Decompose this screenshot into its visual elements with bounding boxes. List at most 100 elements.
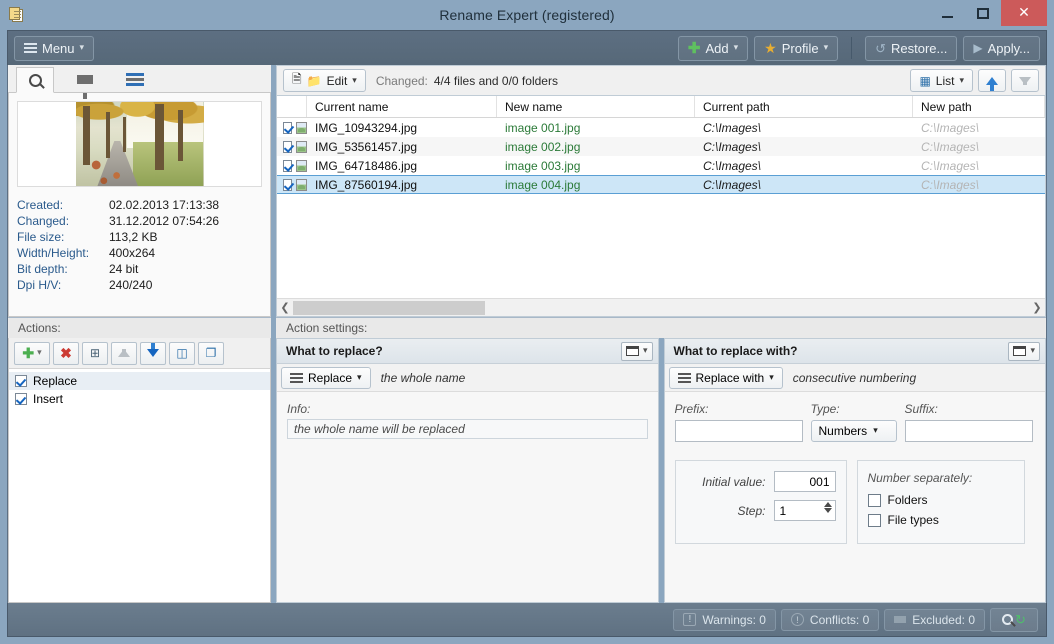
cell-new-path: C:\Images\ xyxy=(921,177,980,192)
horizontal-scrollbar[interactable]: ❮ ❯ xyxy=(277,298,1045,316)
window-icon xyxy=(625,346,639,356)
edit-button[interactable]: 🗎 📁 Edit ▾ xyxy=(283,69,366,92)
row-checkbox[interactable] xyxy=(283,178,293,191)
sidebar-item-search[interactable] xyxy=(16,67,54,93)
column-header-new-path[interactable]: New path xyxy=(913,96,1045,117)
move-down-button[interactable] xyxy=(140,341,166,365)
move-file-down-button[interactable] xyxy=(1011,69,1039,92)
main-body: Created: 02.02.2013 17:13:38 Changed: 31… xyxy=(7,65,1047,603)
scrollbar-thumb[interactable] xyxy=(293,300,485,315)
scrollbar-track[interactable] xyxy=(293,299,1029,316)
image-file-icon xyxy=(296,159,307,172)
move-up-button[interactable] xyxy=(111,341,137,365)
column-header-current-path[interactable]: Current path xyxy=(695,96,913,117)
remove-action-button[interactable]: ✖ xyxy=(53,341,79,365)
folders-label: Folders xyxy=(887,493,928,507)
column-header-checkbox[interactable] xyxy=(277,96,307,117)
move-file-up-button[interactable] xyxy=(978,69,1006,92)
rename-action-button[interactable]: ◫ xyxy=(169,341,195,365)
panel-options-button[interactable]: ▾ xyxy=(1008,341,1040,361)
scroll-left-icon[interactable]: ❮ xyxy=(277,301,293,314)
funnel-icon xyxy=(894,616,907,623)
column-header-new-name[interactable]: New name xyxy=(497,96,695,117)
chevron-down-icon: ▾ xyxy=(769,372,774,383)
right-panel: 🗎 📁 Edit ▾ Changed: 4/4 files and 0/0 fo… xyxy=(276,65,1046,603)
stepper-arrows-icon[interactable] xyxy=(823,502,832,513)
excluded-button[interactable]: Excluded: 0 xyxy=(884,608,985,631)
table-row[interactable]: IMG_53561457.jpg image 002.jpg C:\Images… xyxy=(277,137,1045,156)
scroll-right-icon[interactable]: ❯ xyxy=(1029,301,1045,314)
step-stepper[interactable]: 1 xyxy=(773,500,836,521)
info-text: the whole name will be replaced xyxy=(287,419,648,439)
action-item-insert[interactable]: Insert xyxy=(9,390,270,408)
metadata-key: Dpi H/V: xyxy=(17,278,62,292)
changed-value: 4/4 files and 0/0 folders xyxy=(433,73,558,88)
checkbox-icon[interactable] xyxy=(15,393,27,405)
warnings-button[interactable]: ! Warnings: 0 xyxy=(673,608,776,631)
file-types-label: File types xyxy=(887,513,939,527)
what-to-replace-with-title: What to replace with? xyxy=(673,344,798,358)
cell-current-path: C:\Images\ xyxy=(703,158,762,173)
metadata-key: Bit depth: xyxy=(17,262,68,276)
table-row[interactable]: IMG_10943294.jpg image 001.jpg C:\Images… xyxy=(277,118,1045,137)
replace-with-mode-button[interactable]: Replace with ▾ xyxy=(668,366,783,389)
action-item-replace[interactable]: Replace xyxy=(9,372,270,390)
row-checkbox[interactable] xyxy=(283,121,293,134)
rename-icon: ◫ xyxy=(176,346,188,360)
restore-button[interactable]: ↺ Restore... xyxy=(865,35,958,61)
chevron-down-icon: ▾ xyxy=(1030,346,1035,356)
menu-button[interactable]: Menu ▾ xyxy=(14,35,95,61)
row-checkbox[interactable] xyxy=(283,140,293,153)
cell-current-name: IMG_87560194.jpg xyxy=(315,177,418,192)
thumbnail-container xyxy=(17,101,262,187)
initial-value-input[interactable]: 001 xyxy=(773,471,836,492)
conflicts-button[interactable]: ! Conflicts: 0 xyxy=(780,608,880,631)
checkbox-icon[interactable] xyxy=(15,375,27,387)
what-to-replace-panel: What to replace? ▾ Replace ▾ the whole n… xyxy=(276,338,659,603)
rename-expert-window: Rename Expert (registered) ✕ Menu ▾ ✚ Ad… xyxy=(0,0,1054,644)
metadata-value: 24 bit xyxy=(109,262,139,276)
replace-mode-button[interactable]: Replace ▾ xyxy=(281,366,371,389)
file-types-checkbox[interactable] xyxy=(867,513,881,527)
star-icon: ★ xyxy=(764,40,777,56)
replace-with-mode-label: Replace with xyxy=(695,370,765,385)
file-types-checkbox-row[interactable]: File types xyxy=(867,513,1014,527)
sidebar-item-filter[interactable] xyxy=(66,66,104,99)
prefix-input[interactable] xyxy=(674,420,803,442)
table-row[interactable]: IMG_64718486.jpg image 003.jpg C:\Images… xyxy=(277,156,1045,175)
folder-icon: 📁 xyxy=(306,73,322,88)
copy-icon: ❐ xyxy=(205,346,217,360)
list-view-icon: ▦ xyxy=(919,73,931,88)
metadata-value: 31.12.2012 07:54:26 xyxy=(109,214,220,228)
add-action-button[interactable]: ✚ ▾ xyxy=(14,341,50,365)
image-file-icon xyxy=(296,121,307,134)
clear-actions-button[interactable]: ⊞ xyxy=(82,341,108,365)
metadata-row: Created: 02.02.2013 17:13:38 xyxy=(17,197,262,213)
metadata-row: Dpi H/V: 240/240 xyxy=(17,277,262,293)
action-item-label: Insert xyxy=(33,392,64,406)
what-to-replace-with-panel: What to replace with? ▾ Replace with ▾ c… xyxy=(663,338,1046,603)
view-mode-button[interactable]: ▦ List ▾ xyxy=(910,69,973,92)
cell-new-name: image 004.jpg xyxy=(505,177,581,192)
add-button[interactable]: ✚ Add ▾ xyxy=(677,35,749,61)
plus-icon: ✚ xyxy=(22,344,35,361)
what-to-replace-body: Info: the whole name will be replaced xyxy=(277,392,658,602)
row-checkbox[interactable] xyxy=(283,159,293,172)
document-icon: 🗎 xyxy=(292,72,302,86)
column-header-current-name[interactable]: Current name xyxy=(307,96,497,117)
type-select[interactable]: Numbers ▾ xyxy=(810,420,897,442)
suffix-input[interactable] xyxy=(904,420,1033,442)
folders-checkbox[interactable] xyxy=(867,493,881,507)
table-row[interactable]: IMG_87560194.jpg image 004.jpg C:\Images… xyxy=(277,175,1045,194)
panel-options-button[interactable]: ▾ xyxy=(620,341,653,361)
window-icon xyxy=(1013,346,1027,356)
duplicate-action-button[interactable]: ❐ xyxy=(198,341,224,365)
folders-checkbox-row[interactable]: Folders xyxy=(867,493,1014,507)
search-refresh-button[interactable]: ↻ xyxy=(990,607,1038,632)
sidebar-item-list[interactable] xyxy=(116,66,154,92)
actions-label: Actions: xyxy=(8,317,271,338)
toolbar-separator xyxy=(851,37,853,59)
profile-button[interactable]: ★ Profile ▾ xyxy=(754,35,839,61)
status-bar: ! Warnings: 0 ! Conflicts: 0 Excluded: 0… xyxy=(7,603,1047,637)
apply-button[interactable]: ▶ Apply... xyxy=(963,35,1040,61)
